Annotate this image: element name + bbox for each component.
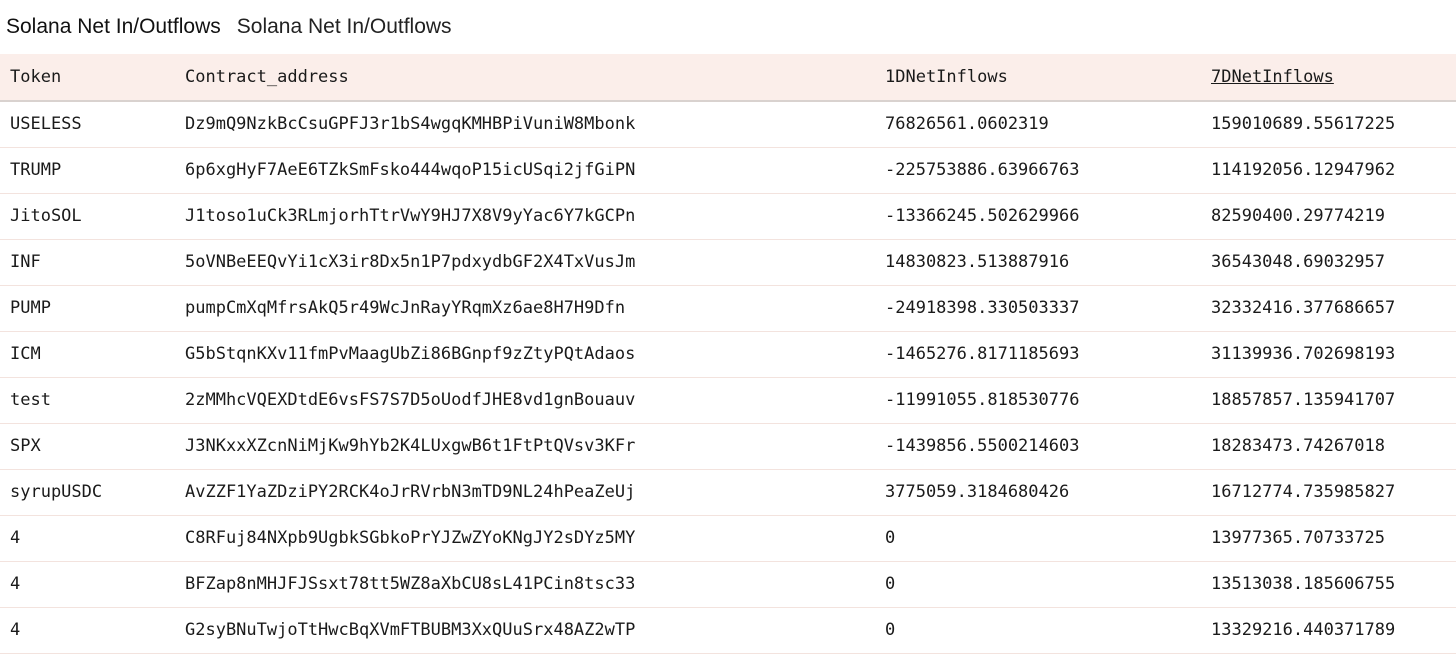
table-row[interactable]: 4 G2syBNuTwjoTtHwcBqXVmFTBUBM3XxQUuSrx48A… bbox=[0, 607, 1456, 654]
net-inflows-7d-cell: 114192056.12947962 bbox=[1201, 147, 1456, 194]
column-header-1d-net-inflows[interactable]: 1DNetInflows bbox=[875, 54, 1201, 102]
table-row[interactable]: PUMP pumpCmXqMfrsAkQ5r49WcJnRayYRqmXz6ae8… bbox=[0, 285, 1456, 332]
token-cell: USELESS bbox=[0, 101, 175, 148]
net-inflows-1d-cell: -1439856.5500214603 bbox=[875, 423, 1201, 470]
table-row[interactable]: TRUMP 6p6xgHyF7AeE6TZkSmFsko444wqoP15icUS… bbox=[0, 147, 1456, 194]
token-cell: INF bbox=[0, 239, 175, 286]
net-inflows-7d-cell: 36543048.69032957 bbox=[1201, 239, 1456, 286]
column-header-label: Token bbox=[10, 67, 62, 87]
net-inflows-1d-cell: 14830823.513887916 bbox=[875, 239, 1201, 286]
net-inflows-1d-cell: -24918398.330503337 bbox=[875, 285, 1201, 332]
token-cell: SPX bbox=[0, 423, 175, 470]
column-header-7d-net-inflows[interactable]: 7DNetInflows bbox=[1201, 54, 1456, 102]
table-row[interactable]: test 2zMMhcVQEXDtdE6vsFS7S7D5oUodfJHE8vd1… bbox=[0, 377, 1456, 424]
token-cell: 4 bbox=[0, 561, 175, 608]
net-inflows-7d-cell: 18283473.74267018 bbox=[1201, 423, 1456, 470]
contract-address-cell: J3NKxxXZcnNiMjKw9hYb2K4LUxgwB6t1FtPtQVsv… bbox=[175, 423, 875, 470]
net-inflows-7d-cell: 32332416.377686657 bbox=[1201, 285, 1456, 332]
contract-address-cell: 5oVNBeEEQvYi1cX3ir8Dx5n1P7pdxydbGF2X4TxV… bbox=[175, 239, 875, 286]
table-row[interactable]: 4 C8RFuj84NXpb9UgbkSGbkoPrYJZwZYoKNgJY2sD… bbox=[0, 515, 1456, 562]
table-row[interactable]: SPX J3NKxxXZcnNiMjKw9hYb2K4LUxgwB6t1FtPtQ… bbox=[0, 423, 1456, 470]
contract-address-cell: 6p6xgHyF7AeE6TZkSmFsko444wqoP15icUSqi2jf… bbox=[175, 147, 875, 194]
contract-address-cell: Dz9mQ9NzkBcCsuGPFJ3r1bS4wgqKMHBPiVuniW8M… bbox=[175, 101, 875, 148]
token-cell: PUMP bbox=[0, 285, 175, 332]
inflows-table: Token Contract_address 1DNetInflows 7DNe… bbox=[0, 54, 1456, 654]
net-inflows-7d-cell: 16712774.735985827 bbox=[1201, 469, 1456, 516]
contract-address-cell: G5bStqnKXv11fmPvMaagUbZi86BGnpf9zZtyPQtA… bbox=[175, 331, 875, 378]
net-inflows-1d-cell: 3775059.3184680426 bbox=[875, 469, 1201, 516]
table-header: Token Contract_address 1DNetInflows 7DNe… bbox=[0, 54, 1456, 102]
net-inflows-1d-cell: -13366245.502629966 bbox=[875, 193, 1201, 240]
page-title: Solana Net In/Outflows bbox=[6, 14, 221, 38]
net-inflows-7d-cell: 18857857.135941707 bbox=[1201, 377, 1456, 424]
token-cell: TRUMP bbox=[0, 147, 175, 194]
token-cell: ICM bbox=[0, 331, 175, 378]
net-inflows-1d-cell: 0 bbox=[875, 607, 1201, 654]
net-inflows-7d-cell: 31139936.702698193 bbox=[1201, 331, 1456, 378]
title-bar: Solana Net In/Outflows Solana Net In/Out… bbox=[0, 0, 1456, 53]
table-row[interactable]: syrupUSDC AvZZF1YaZDziPY2RCK4oJrRVrbN3mTD… bbox=[0, 469, 1456, 516]
column-header-label: Contract_address bbox=[185, 67, 349, 87]
page-subtitle: Solana Net In/Outflows bbox=[236, 14, 452, 38]
table-row[interactable]: 4 BFZap8nMHJFJSsxt78tt5WZ8aXbCU8sL41PCin8… bbox=[0, 561, 1456, 608]
contract-address-cell: G2syBNuTwjoTtHwcBqXVmFTBUBM3XxQUuSrx48AZ… bbox=[175, 607, 875, 654]
table-row[interactable]: INF 5oVNBeEEQvYi1cX3ir8Dx5n1P7pdxydbGF2X4… bbox=[0, 239, 1456, 286]
net-inflows-1d-cell: -1465276.8171185693 bbox=[875, 331, 1201, 378]
table-row[interactable]: ICM G5bStqnKXv11fmPvMaagUbZi86BGnpf9zZtyP… bbox=[0, 331, 1456, 378]
token-cell: 4 bbox=[0, 607, 175, 654]
contract-address-cell: BFZap8nMHJFJSsxt78tt5WZ8aXbCU8sL41PCin8t… bbox=[175, 561, 875, 608]
token-cell: syrupUSDC bbox=[0, 469, 175, 516]
token-cell: 4 bbox=[0, 515, 175, 562]
net-inflows-7d-cell: 159010689.55617225 bbox=[1201, 101, 1456, 148]
net-inflows-7d-cell: 13513038.185606755 bbox=[1201, 561, 1456, 608]
column-header-token[interactable]: Token bbox=[0, 54, 175, 102]
contract-address-cell: AvZZF1YaZDziPY2RCK4oJrRVrbN3mTD9NL24hPea… bbox=[175, 469, 875, 516]
contract-address-cell: pumpCmXqMfrsAkQ5r49WcJnRayYRqmXz6ae8H7H9… bbox=[175, 285, 875, 332]
table-row[interactable]: USELESS Dz9mQ9NzkBcCsuGPFJ3r1bS4wgqKMHBPi… bbox=[0, 101, 1456, 148]
token-cell: JitoSOL bbox=[0, 193, 175, 240]
net-inflows-1d-cell: -225753886.63966763 bbox=[875, 147, 1201, 194]
column-header-label: 7DNetInflows bbox=[1211, 67, 1334, 87]
header-row: Token Contract_address 1DNetInflows 7DNe… bbox=[0, 54, 1456, 102]
net-inflows-7d-cell: 82590400.29774219 bbox=[1201, 193, 1456, 240]
token-cell: test bbox=[0, 377, 175, 424]
net-inflows-1d-cell: -11991055.818530776 bbox=[875, 377, 1201, 424]
net-inflows-7d-cell: 13977365.70733725 bbox=[1201, 515, 1456, 562]
column-header-label: 1DNetInflows bbox=[885, 67, 1008, 87]
contract-address-cell: J1toso1uCk3RLmjorhTtrVwY9HJ7X8V9yYac6Y7k… bbox=[175, 193, 875, 240]
contract-address-cell: 2zMMhcVQEXDtdE6vsFS7S7D5oUodfJHE8vd1gnBo… bbox=[175, 377, 875, 424]
net-inflows-1d-cell: 76826561.0602319 bbox=[875, 101, 1201, 148]
net-inflows-1d-cell: 0 bbox=[875, 561, 1201, 608]
net-inflows-7d-cell: 13329216.440371789 bbox=[1201, 607, 1456, 654]
contract-address-cell: C8RFuj84NXpb9UgbkSGbkoPrYJZwZYoKNgJY2sDY… bbox=[175, 515, 875, 562]
column-header-contract-address[interactable]: Contract_address bbox=[175, 54, 875, 102]
table-row[interactable]: JitoSOL J1toso1uCk3RLmjorhTtrVwY9HJ7X8V9y… bbox=[0, 193, 1456, 240]
net-inflows-1d-cell: 0 bbox=[875, 515, 1201, 562]
table-body: USELESS Dz9mQ9NzkBcCsuGPFJ3r1bS4wgqKMHBPi… bbox=[0, 101, 1456, 654]
